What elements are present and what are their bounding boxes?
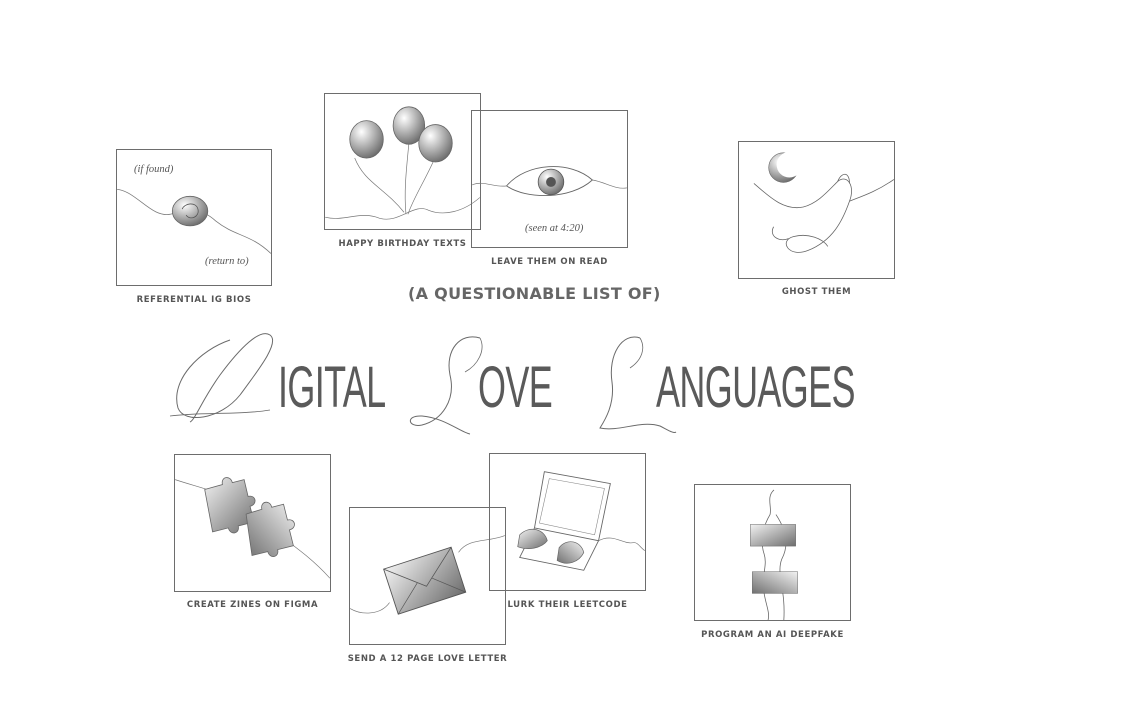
caption-love-letter: SEND A 12 PAGE LOVE LETTER <box>347 654 508 664</box>
card-zines-figma <box>174 454 331 592</box>
title-word-love: OVE <box>478 355 553 420</box>
balloons-icon <box>325 106 480 220</box>
note-return-to: (return to) <box>205 256 249 267</box>
card-leetcode <box>489 453 646 591</box>
laptop-icon <box>517 471 645 571</box>
title-word-digital: IGITAL <box>278 355 386 420</box>
caption-leave-on-read: LEAVE THEM ON READ <box>491 257 608 267</box>
card-love-letter <box>349 507 506 645</box>
card-leave-on-read: (seen at 4:20) <box>471 110 628 248</box>
card-ai-deepfake <box>694 484 851 621</box>
figure-icon <box>750 489 798 620</box>
card-ig-bios: (if found) (return to) <box>116 149 272 286</box>
note-if-found: (if found) <box>134 164 174 175</box>
title-word-languages: ANGUAGES <box>656 355 855 420</box>
card-birthday-texts <box>324 93 481 230</box>
subtitle: (A QUESTIONABLE LIST OF) <box>408 284 661 303</box>
caption-ai-deepfake: PROGRAM AN AI DEEPFAKE <box>701 630 844 640</box>
card-ghost-them <box>738 141 895 279</box>
caption-zines-figma: CREATE ZINES ON FIGMA <box>186 600 319 610</box>
caption-ghost-them: GHOST THEM <box>781 287 852 297</box>
caption-birthday-texts: HAPPY BIRTHDAY TEXTS <box>338 239 467 249</box>
ghost-icon <box>753 151 894 253</box>
caption-ig-bios: REFERENTIAL IG BIOS <box>136 295 252 305</box>
caption-leetcode: LURK THEIR LEETCODE <box>507 600 628 610</box>
puzzle-icon <box>175 477 330 579</box>
title: IGITAL OVE ANGUAGES <box>160 320 880 440</box>
envelope-icon <box>350 535 505 615</box>
note-seen-at: (seen at 4:20) <box>525 223 584 234</box>
